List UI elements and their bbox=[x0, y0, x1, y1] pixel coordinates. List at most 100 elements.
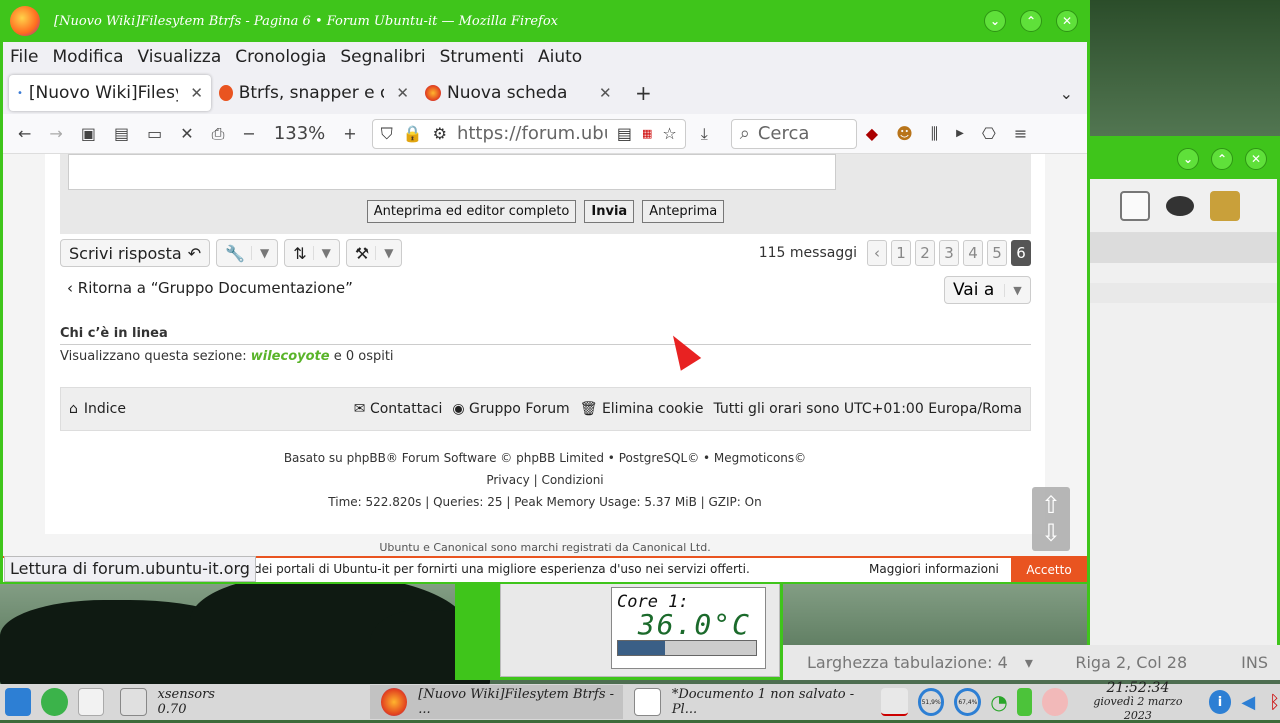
tab-label: Nuova scheda bbox=[447, 83, 568, 103]
scroll-buttons[interactable]: ⇧ ⇩ bbox=[1032, 487, 1070, 551]
task-editor[interactable]: *Documento 1 non salvato - Pl... bbox=[623, 685, 876, 719]
volume-icon[interactable]: ◀ bbox=[1241, 692, 1255, 713]
network-icon[interactable] bbox=[41, 688, 68, 716]
delete-cookies-link[interactable]: 🗑 Elimina cookie bbox=[580, 401, 704, 417]
permissions-icon[interactable]: ⚙ bbox=[433, 124, 447, 143]
list-tabs-icon[interactable]: ⌄ bbox=[1060, 84, 1073, 103]
maximize-icon[interactable]: ⌃ bbox=[1211, 148, 1233, 170]
timezone-info: Tutti gli orari sono UTC+01:00 Europa/Ro… bbox=[713, 401, 1022, 417]
preferences-icon[interactable] bbox=[1210, 190, 1240, 221]
download-icon[interactable]: ⤓ bbox=[692, 124, 717, 144]
notification-icon[interactable] bbox=[1041, 688, 1069, 716]
search-input[interactable]: ⌕ Cerca bbox=[730, 118, 857, 149]
reply-button[interactable]: Scrivi risposta ↶ bbox=[60, 239, 211, 267]
new-tab-button[interactable]: + bbox=[635, 81, 652, 105]
zoom-out-icon[interactable]: − bbox=[233, 124, 264, 143]
menu-modifica[interactable]: Modifica bbox=[45, 47, 130, 67]
message-textarea[interactable] bbox=[68, 154, 836, 190]
sensor-level-bar bbox=[617, 640, 757, 656]
postgresql-link[interactable]: PostgreSQL bbox=[619, 451, 688, 465]
page-1[interactable]: 1 bbox=[891, 240, 911, 266]
close-tab-icon[interactable]: ✕ bbox=[396, 84, 409, 102]
shield-icon[interactable]: ⛉ bbox=[381, 124, 393, 144]
minimize-icon[interactable]: ⌄ bbox=[984, 10, 1006, 32]
forward-icon[interactable]: → bbox=[40, 124, 71, 143]
video-extension-icon[interactable]: ▶ bbox=[947, 128, 973, 139]
index-link[interactable]: Indice bbox=[84, 401, 126, 417]
tab-nuova-scheda[interactable]: Nuova scheda ✕ bbox=[417, 75, 621, 111]
tab-nuovo-wiki[interactable]: • [Nuovo Wiki]Filesytem Btrfs ✕ bbox=[9, 75, 211, 111]
url-text[interactable]: https://forum.ubuntu-it.org bbox=[457, 123, 607, 144]
kde-menu-icon[interactable] bbox=[5, 688, 32, 716]
bookmark-star-icon[interactable]: ☆ bbox=[662, 124, 676, 143]
zoom-level[interactable]: 133% bbox=[265, 123, 334, 144]
menu-cronologia[interactable]: Cronologia bbox=[228, 47, 333, 67]
send-button[interactable]: Invia bbox=[584, 200, 635, 223]
url-bar[interactable]: ⛉ 🔒 ⚙ https://forum.ubuntu-it.org ▤ ▦ ☆ bbox=[371, 118, 686, 149]
back-icon[interactable]: ← bbox=[9, 124, 40, 143]
paste-icon[interactable] bbox=[1120, 190, 1150, 221]
page-3[interactable]: 3 bbox=[939, 240, 959, 266]
back-to-forum-link[interactable]: ‹ Ritorna a “Gruppo Documentazione” bbox=[67, 279, 353, 297]
window-icon[interactable]: ▭ bbox=[138, 124, 171, 143]
reader-view-icon[interactable]: ▤ bbox=[617, 124, 632, 143]
full-editor-button[interactable]: Anteprima ed editor completo bbox=[366, 200, 577, 223]
tab-width-selector[interactable]: Larghezza tabulazione: 4 ▾ bbox=[783, 653, 1045, 672]
user-link[interactable]: wilecoyote bbox=[251, 349, 330, 364]
task-firefox[interactable]: [Nuovo Wiki]Filesytem Btrfs - ... bbox=[369, 685, 624, 719]
more-info-link[interactable]: Maggiori informazioni bbox=[869, 562, 999, 576]
clock[interactable]: 21:52:34 giovedì 2 marzo 2023 bbox=[1081, 681, 1195, 723]
task-xsensors[interactable]: xsensors 0.70 bbox=[109, 685, 248, 719]
downloads-folder-icon[interactable]: ▤ bbox=[105, 124, 138, 143]
menu-segnalibri[interactable]: Segnalibri bbox=[333, 47, 432, 67]
close-icon[interactable]: ✕ bbox=[1056, 10, 1078, 32]
menu-aiuto[interactable]: Aiuto bbox=[531, 47, 589, 67]
print-icon[interactable]: ⎙ bbox=[203, 124, 234, 144]
menu-file[interactable]: File bbox=[3, 47, 45, 67]
lock-icon[interactable]: 🔒 bbox=[403, 124, 423, 143]
flag-icon: ▦ bbox=[641, 127, 653, 140]
find-icon[interactable] bbox=[1166, 195, 1194, 216]
page-footer-nav: ⌂ Indice ✉ Contattaci ◉ Gruppo Forum 🗑 E… bbox=[60, 387, 1031, 431]
system-monitor-icon[interactable] bbox=[881, 688, 908, 716]
menu-visualizza[interactable]: Visualizza bbox=[131, 47, 229, 67]
extension-face-icon[interactable]: ☻ bbox=[887, 124, 922, 143]
close-icon[interactable]: ✕ bbox=[1245, 148, 1267, 170]
scroll-up-icon[interactable]: ⇧ bbox=[1041, 491, 1061, 519]
scroll-down-icon[interactable]: ⇩ bbox=[1041, 519, 1061, 547]
menu-icon[interactable]: ≡ bbox=[1005, 124, 1036, 143]
insert-mode[interactable]: INS bbox=[1229, 653, 1280, 672]
privacy-link[interactable]: Privacy bbox=[486, 473, 529, 487]
stop-icon[interactable]: ✕ bbox=[171, 124, 202, 143]
menu-strumenti[interactable]: Strumenti bbox=[433, 47, 531, 67]
tools-button[interactable]: 🔧 ▼ bbox=[216, 239, 279, 267]
phpbb-link[interactable]: phpBB bbox=[347, 451, 386, 465]
sort-button[interactable]: ⇅ ▼ bbox=[284, 239, 340, 267]
extensions-icon[interactable]: ⎔ bbox=[973, 124, 1005, 143]
zoom-in-icon[interactable]: + bbox=[334, 124, 365, 143]
wifi-icon[interactable]: ◔ bbox=[990, 690, 1007, 714]
trash-bin-icon[interactable] bbox=[77, 688, 105, 716]
maximize-icon[interactable]: ⌃ bbox=[1020, 10, 1042, 32]
bluetooth-icon[interactable]: ᛒ bbox=[1269, 692, 1280, 713]
preview-button[interactable]: Anteprima bbox=[642, 200, 725, 223]
page-5[interactable]: 5 bbox=[987, 240, 1007, 266]
minimize-icon[interactable]: ⌄ bbox=[1177, 148, 1199, 170]
jump-to-dropdown[interactable]: Vai a ▼ bbox=[944, 276, 1031, 304]
page-2[interactable]: 2 bbox=[915, 240, 935, 266]
tab-btrfs-snapper[interactable]: Btrfs, snapper e occ ✕ bbox=[211, 75, 417, 111]
conditions-link[interactable]: Condizioni bbox=[541, 473, 603, 487]
folder-icon[interactable]: ▣ bbox=[72, 124, 105, 143]
battery-icon[interactable] bbox=[1016, 688, 1032, 716]
contact-link[interactable]: ✉ Contattaci bbox=[354, 401, 443, 417]
moderator-button[interactable]: ⚒ ▼ bbox=[345, 239, 403, 267]
previous-page-icon[interactable]: ‹ bbox=[867, 240, 887, 266]
info-icon[interactable]: i bbox=[1208, 690, 1232, 714]
ublock-icon[interactable]: ◆ bbox=[857, 124, 887, 143]
close-tab-icon[interactable]: ✕ bbox=[190, 84, 203, 102]
accept-cookies-button[interactable]: Accetto bbox=[1011, 558, 1087, 582]
page-4[interactable]: 4 bbox=[963, 240, 983, 266]
library-icon[interactable]: ⫼ bbox=[922, 124, 947, 144]
close-tab-icon[interactable]: ✕ bbox=[599, 84, 612, 102]
group-link[interactable]: ◉ Gruppo Forum bbox=[452, 401, 569, 417]
